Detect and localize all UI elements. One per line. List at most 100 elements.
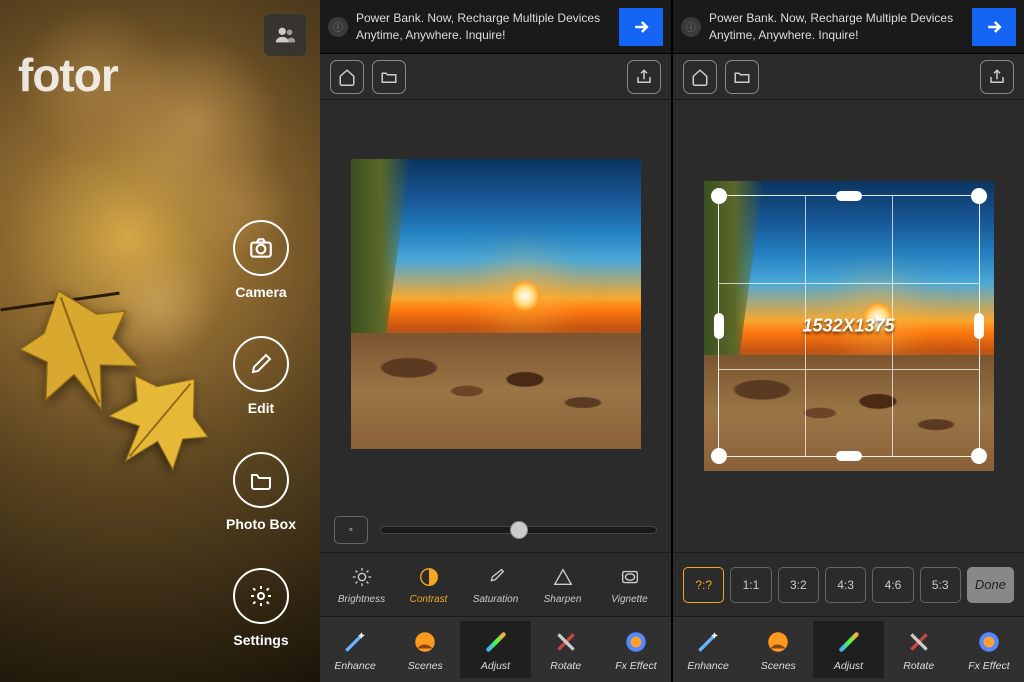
preview-image[interactable] — [351, 159, 641, 449]
scenes-tool[interactable]: Scenes — [390, 621, 460, 678]
ratio-4-6-button[interactable]: 4:6 — [872, 567, 913, 603]
vignette-tool[interactable]: Vignette — [596, 564, 663, 605]
ratio-5-3-button[interactable]: 5:3 — [920, 567, 961, 603]
edit-icon — [233, 336, 289, 392]
enhance-tool[interactable]: Enhance — [673, 621, 743, 678]
info-icon: ⓘ — [333, 19, 343, 34]
fx-icon — [601, 627, 671, 657]
app-logo: fotor — [18, 48, 118, 102]
ad-close-button[interactable]: ⓘ — [328, 17, 348, 37]
slider-thumb[interactable] — [510, 521, 528, 539]
tool-label: Contrast — [395, 594, 462, 605]
crop-preview-image[interactable]: 1532X1375 — [704, 181, 994, 471]
contrast-slider[interactable] — [380, 526, 657, 534]
crop-handle-tl[interactable] — [711, 188, 727, 204]
menu-label: Camera — [233, 284, 289, 300]
share-button[interactable] — [627, 60, 661, 94]
ad-banner: ⓘ Power Bank. Now, Recharge Multiple Dev… — [673, 0, 1024, 54]
bottom-toolbar: Enhance Scenes Adjust Rotate Fx Effect — [673, 616, 1024, 682]
menu-label: Edit — [233, 400, 289, 416]
gear-icon — [233, 568, 289, 624]
tool-label: Fx Effect — [954, 660, 1024, 672]
rotate-icon — [531, 627, 601, 657]
saturation-tool[interactable]: Saturation — [462, 564, 529, 605]
share-button[interactable] — [980, 60, 1014, 94]
folder-open-icon — [733, 68, 751, 86]
home-icon — [338, 68, 356, 86]
compare-button[interactable]: ◦ — [334, 516, 368, 544]
crop-handle-br[interactable] — [971, 448, 987, 464]
home-icon — [691, 68, 709, 86]
menu-label: Settings — [233, 632, 289, 648]
adjust-panel: ⓘ Power Bank. Now, Recharge Multiple Dev… — [320, 0, 671, 682]
panel-toolbar — [320, 54, 671, 100]
contrast-icon — [395, 564, 462, 590]
fx-tool[interactable]: Fx Effect — [601, 621, 671, 678]
adjust-slider-row: ◦ — [320, 508, 671, 552]
photobox-menu-item[interactable]: Photo Box — [226, 452, 296, 532]
sun-icon — [328, 564, 395, 590]
crop-handle-right[interactable] — [974, 313, 984, 339]
ratio-4-3-button[interactable]: 4:3 — [825, 567, 866, 603]
crop-handle-bl[interactable] — [711, 448, 727, 464]
tool-label: Adjust — [813, 660, 883, 672]
triangle-icon — [529, 564, 596, 590]
settings-menu-item[interactable]: Settings — [233, 568, 289, 648]
crop-frame[interactable]: 1532X1375 — [718, 195, 980, 457]
fx-tool[interactable]: Fx Effect — [954, 621, 1024, 678]
crop-handle-left[interactable] — [714, 313, 724, 339]
done-button[interactable]: Done — [967, 567, 1014, 603]
ad-cta-button[interactable] — [619, 8, 663, 46]
users-icon — [274, 24, 296, 46]
tool-label: Adjust — [460, 660, 530, 672]
scenes-icon — [390, 627, 460, 657]
wand-icon — [673, 627, 743, 657]
adjust-tool[interactable]: Adjust — [460, 621, 530, 678]
aspect-ratio-row: ?:? 1:1 3:2 4:3 4:6 5:3 Done — [673, 552, 1024, 616]
tool-label: Saturation — [462, 594, 529, 605]
fx-icon — [954, 627, 1024, 657]
rotate-icon — [884, 627, 954, 657]
ratio-free-button[interactable]: ?:? — [683, 567, 724, 603]
canvas-area — [320, 100, 671, 508]
contrast-tool[interactable]: Contrast — [395, 564, 462, 605]
ad-banner: ⓘ Power Bank. Now, Recharge Multiple Dev… — [320, 0, 671, 54]
tool-label: Rotate — [531, 660, 601, 672]
ratio-1-1-button[interactable]: 1:1 — [730, 567, 771, 603]
user-account-button[interactable] — [264, 14, 306, 56]
open-button[interactable] — [372, 60, 406, 94]
ad-cta-button[interactable] — [972, 8, 1016, 46]
menu-label: Photo Box — [226, 516, 296, 532]
tool-label: Brightness — [328, 594, 395, 605]
enhance-tool[interactable]: Enhance — [320, 621, 390, 678]
open-button[interactable] — [725, 60, 759, 94]
crop-panel: ⓘ Power Bank. Now, Recharge Multiple Dev… — [673, 0, 1024, 682]
brightness-tool[interactable]: Brightness — [328, 564, 395, 605]
sharpen-tool[interactable]: Sharpen — [529, 564, 596, 605]
crop-size-label: 1532X1375 — [802, 316, 894, 337]
home-button[interactable] — [330, 60, 364, 94]
home-button[interactable] — [683, 60, 717, 94]
rotate-tool[interactable]: Rotate — [884, 621, 954, 678]
crop-handle-tr[interactable] — [971, 188, 987, 204]
ad-close-button[interactable]: ⓘ — [681, 17, 701, 37]
dropper-icon — [462, 564, 529, 590]
camera-menu-item[interactable]: Camera — [233, 220, 289, 300]
panel-toolbar — [673, 54, 1024, 100]
camera-icon — [233, 220, 289, 276]
crop-handle-top[interactable] — [836, 191, 862, 201]
edit-menu-item[interactable]: Edit — [233, 336, 289, 416]
folder-open-icon — [380, 68, 398, 86]
main-menu: Camera Edit Photo Box Settings — [226, 220, 296, 648]
rotate-tool[interactable]: Rotate — [531, 621, 601, 678]
tool-label: Enhance — [320, 660, 390, 672]
ratio-3-2-button[interactable]: 3:2 — [778, 567, 819, 603]
tool-label: Fx Effect — [601, 660, 671, 672]
scenes-tool[interactable]: Scenes — [743, 621, 813, 678]
canvas-area: 1532X1375 — [673, 100, 1024, 552]
ad-text: Power Bank. Now, Recharge Multiple Devic… — [356, 10, 619, 42]
adjust-icon — [460, 627, 530, 657]
editor-panels: ⓘ Power Bank. Now, Recharge Multiple Dev… — [320, 0, 1024, 682]
adjust-tool[interactable]: Adjust — [813, 621, 883, 678]
crop-handle-bottom[interactable] — [836, 451, 862, 461]
